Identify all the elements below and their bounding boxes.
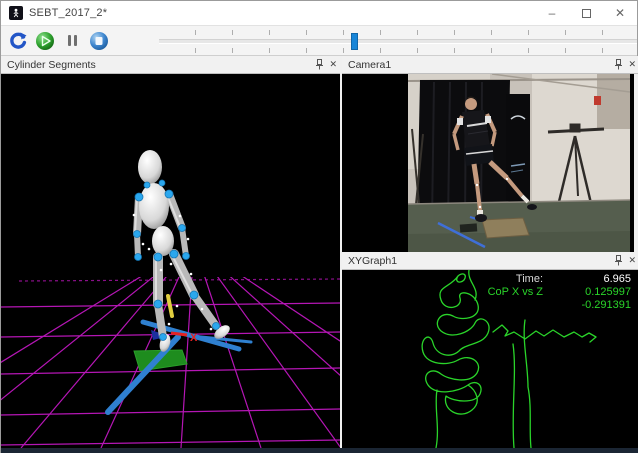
- graph-readout: Time: 6.965 CoP X vs Z 0.125997 -0.29139…: [488, 273, 631, 311]
- pause-button[interactable]: [60, 29, 84, 53]
- maximize-button[interactable]: [569, 1, 603, 25]
- panel-close-icon[interactable]: ✕: [329, 60, 337, 69]
- time-label: Time:: [488, 273, 543, 285]
- series-label: CoP X vs Z: [488, 286, 543, 298]
- axis-x-label: X: [190, 332, 198, 344]
- panel-header-cylinder-segments: Cylinder Segments ✕: [1, 56, 340, 74]
- camera-frame: [342, 74, 638, 252]
- title-bar: SEBT_2017_2* – ✕: [1, 1, 637, 25]
- stop-icon: [89, 31, 109, 51]
- play-icon: [35, 31, 55, 51]
- timeline-ticks-top: [159, 30, 637, 35]
- panel-header-xygraph1: XYGraph1 ✕: [342, 252, 638, 270]
- timeline-thumb[interactable]: [351, 33, 358, 50]
- panel-title: Camera1: [348, 59, 391, 71]
- replay-icon: [8, 31, 28, 51]
- panel-title: XYGraph1: [348, 255, 397, 267]
- replay-button[interactable]: [6, 29, 30, 53]
- panel-close-icon[interactable]: ✕: [628, 60, 636, 69]
- pause-icon: [68, 35, 77, 46]
- timeline-ticks-bottom: [159, 48, 637, 53]
- pin-icon[interactable]: [614, 255, 623, 266]
- panel-title: Cylinder Segments: [7, 59, 96, 71]
- app-logo-icon: [9, 6, 23, 20]
- pin-icon[interactable]: [614, 59, 623, 70]
- time-value: 6.965: [557, 273, 631, 285]
- stop-button[interactable]: [87, 29, 111, 53]
- window-bottom-edge: [1, 448, 638, 453]
- cop-z-value: -0.291391: [557, 299, 631, 311]
- camera-video-viewport[interactable]: [342, 74, 638, 252]
- minimize-button[interactable]: –: [535, 1, 569, 25]
- pin-icon[interactable]: [315, 59, 324, 70]
- model-3d-viewport[interactable]: X: [1, 74, 340, 448]
- cop-x-value: 0.125997: [557, 286, 631, 298]
- maximize-icon: [582, 9, 591, 18]
- playback-toolbar: [1, 25, 637, 56]
- window-controls: – ✕: [535, 1, 637, 25]
- application-window: SEBT_2017_2* – ✕: [0, 0, 638, 453]
- timeline-track[interactable]: [159, 39, 637, 44]
- timeline-slider[interactable]: [159, 26, 637, 57]
- cop-graph-viewport[interactable]: Time: 6.965 CoP X vs Z 0.125997 -0.29139…: [342, 270, 638, 448]
- window-title: SEBT_2017_2*: [29, 7, 107, 19]
- close-button[interactable]: ✕: [603, 1, 637, 25]
- play-button[interactable]: [33, 29, 57, 53]
- panel-header-camera1: Camera1 ✕: [342, 56, 638, 74]
- panel-close-icon[interactable]: ✕: [628, 256, 636, 265]
